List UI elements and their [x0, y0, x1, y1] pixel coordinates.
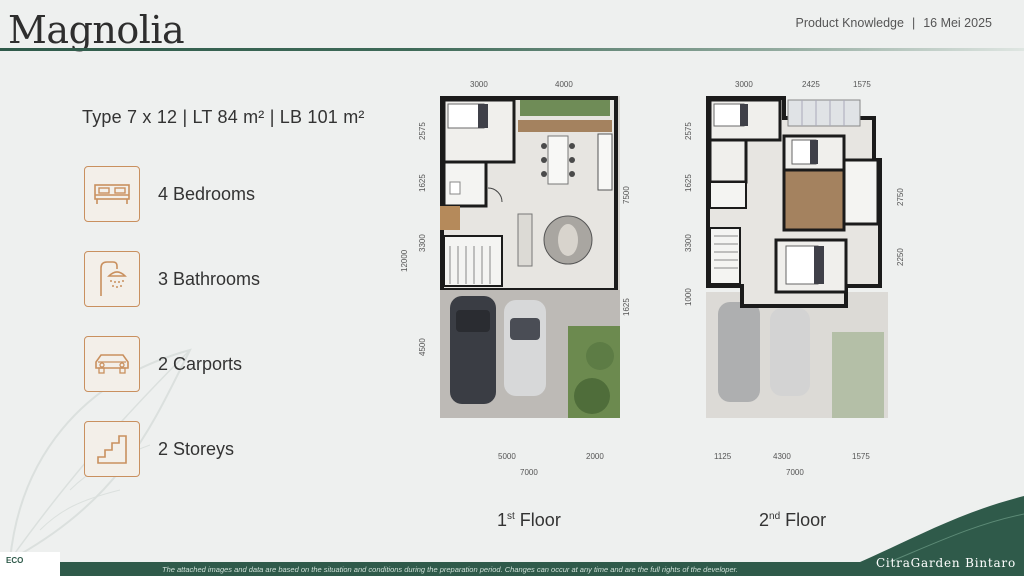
dim-bottom: 2000: [586, 452, 604, 461]
dim-bottom-total: 7000: [520, 468, 538, 477]
feature-bathrooms: 3 Bathrooms: [84, 251, 260, 307]
floor2-number: 2: [759, 510, 770, 530]
dim-left: 2575: [684, 122, 693, 140]
dim-left: 4500: [418, 338, 427, 356]
dim-total-left: 12000: [400, 249, 409, 272]
header-divider: [0, 48, 1024, 51]
dim-left: 1625: [418, 174, 427, 192]
dim-top: 4000: [555, 80, 573, 89]
car-icon: [84, 336, 140, 392]
header-subtitle: Product Knowledge: [795, 16, 904, 30]
brand-logo: CitraGarden Bintaro: [875, 556, 1016, 570]
bed-icon: [84, 166, 140, 222]
dim-top: 2425: [802, 80, 820, 89]
dim-bottom: 4300: [773, 452, 791, 461]
header-separator: |: [911, 16, 916, 30]
dim-bottom: 5000: [498, 452, 516, 461]
dim-left: 1000: [684, 288, 693, 306]
type-specs: Type 7 x 12 | LT 84 m² | LB 101 m²: [82, 107, 365, 127]
feature-label: 4 Bedrooms: [158, 183, 256, 204]
feature-storeys: 2 Storeys: [84, 421, 234, 477]
feature-label: 3 Bathrooms: [158, 268, 261, 289]
header-date: 16 Mei 2025: [923, 16, 992, 30]
floor1-text: Floor: [514, 510, 561, 530]
floor2-label: 2nd Floor: [759, 510, 826, 531]
floor2-plan: [706, 96, 888, 418]
dim-top: 1575: [853, 80, 871, 89]
dim-bottom: 1125: [714, 452, 732, 461]
dim-bottom: 1575: [852, 452, 870, 461]
feature-label: 2 Storeys: [158, 438, 235, 459]
feature-label: 2 Carports: [158, 353, 243, 374]
footer-disclaimer: The attached images and data are based o…: [162, 565, 738, 574]
floor1-ordinal: st: [507, 511, 515, 522]
floor1-plan: [440, 96, 620, 418]
page-title: Magnolia: [8, 8, 185, 52]
dim-bottom-total: 7000: [786, 468, 804, 477]
shower-icon: [84, 251, 140, 307]
dim-right: 1625: [622, 298, 631, 316]
dim-top: 3000: [470, 80, 488, 89]
dim-left: 3300: [418, 234, 427, 252]
dim-right: 2750: [896, 188, 905, 206]
feature-bedrooms: 4 Bedrooms: [84, 166, 255, 222]
dim-left: 3300: [684, 234, 693, 252]
floor2-ordinal: nd: [769, 511, 781, 522]
eco-badge: ECO: [0, 552, 60, 576]
dim-top: 3000: [735, 80, 753, 89]
stairs-icon: [84, 421, 140, 477]
floor2-text: Floor: [780, 510, 827, 530]
feature-carports: 2 Carports: [84, 336, 242, 392]
floor1-label: 1st Floor: [497, 510, 561, 531]
dim-left: 1625: [684, 174, 693, 192]
header-meta: Product Knowledge | 16 Mei 2025: [796, 16, 992, 30]
dim-right: 7500: [622, 186, 631, 204]
dim-left: 2575: [418, 122, 427, 140]
floor1-number: 1: [497, 510, 508, 530]
dim-right: 2250: [896, 248, 905, 266]
